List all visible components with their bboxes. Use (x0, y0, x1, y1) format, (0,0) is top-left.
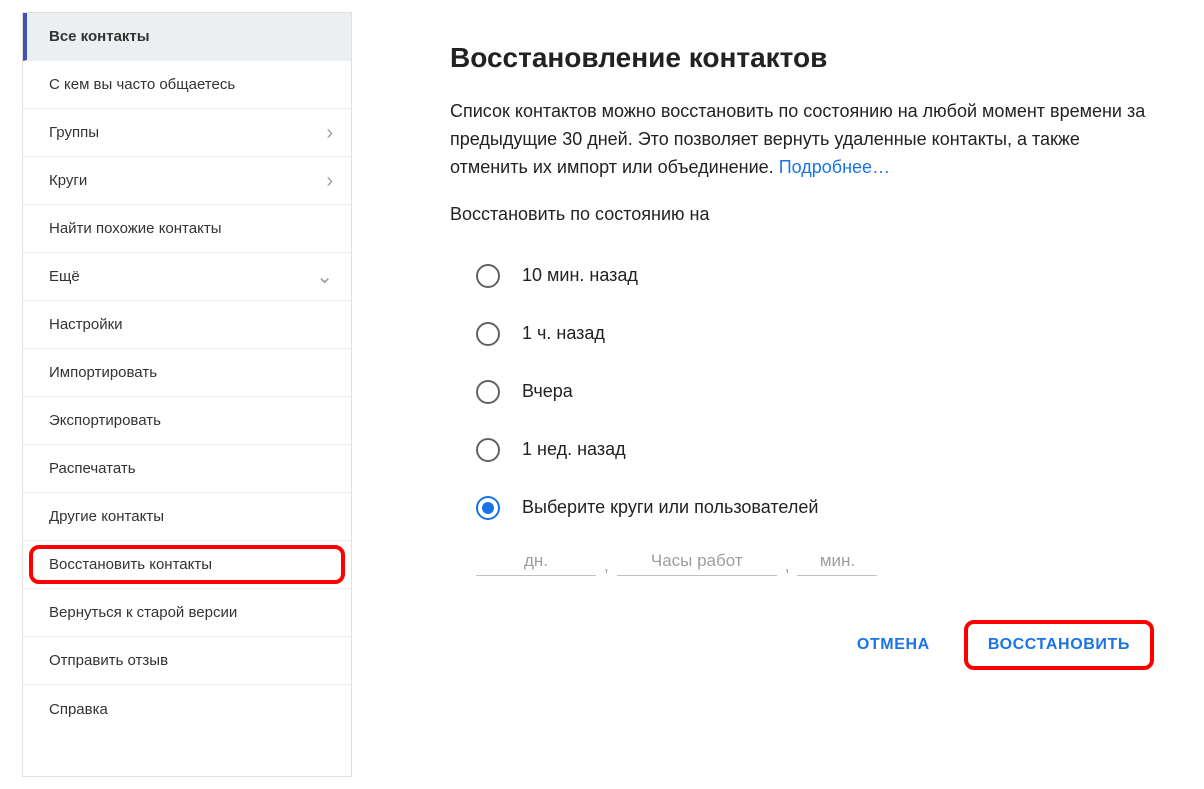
restore-button[interactable]: ВОССТАНОВИТЬ (968, 624, 1150, 666)
sidebar-item-label: Найти похожие контакты (49, 220, 221, 237)
sidebar-item-9[interactable]: Распечатать (23, 445, 351, 493)
sidebar-item-label: Настройки (49, 316, 123, 333)
sidebar-item-3[interactable]: Круги › (23, 157, 351, 205)
radio-label: 1 нед. назад (522, 439, 626, 460)
radio-option-3[interactable]: 1 нед. назад (476, 421, 1158, 479)
radio-icon (476, 496, 500, 520)
days-input[interactable] (476, 549, 596, 576)
radio-option-0[interactable]: 10 мин. назад (476, 247, 1158, 305)
sidebar-item-label: Отправить отзыв (49, 652, 168, 669)
radio-label: 1 ч. назад (522, 323, 605, 344)
sidebar-item-11[interactable]: Восстановить контакты (23, 541, 351, 589)
description: Список контактов можно восстановить по с… (450, 98, 1158, 182)
radio-icon (476, 264, 500, 288)
dialog-actions: ОТМЕНА ВОССТАНОВИТЬ (450, 624, 1158, 666)
chevron-right-icon: › (326, 171, 333, 191)
sidebar-item-13[interactable]: Отправить отзыв (23, 637, 351, 685)
radio-label: Выберите круги или пользователей (522, 497, 818, 518)
sidebar-item-8[interactable]: Экспортировать (23, 397, 351, 445)
sidebar-item-label: Круги (49, 172, 87, 189)
sidebar-item-4[interactable]: Найти похожие контакты (23, 205, 351, 253)
custom-time-inputs: , , (450, 549, 1158, 576)
radio-icon (476, 322, 500, 346)
radio-icon (476, 380, 500, 404)
sidebar-item-5[interactable]: Ещё ⌄ (23, 253, 351, 301)
main-content: Восстановление контактов Список контакто… (352, 0, 1204, 789)
sidebar-item-14[interactable]: Справка (23, 685, 351, 733)
radio-option-4[interactable]: Выберите круги или пользователей (476, 479, 1158, 537)
sidebar-item-label: Справка (49, 701, 108, 718)
mins-input[interactable] (797, 549, 877, 576)
radio-option-2[interactable]: Вчера (476, 363, 1158, 421)
sidebar-item-label: Группы (49, 124, 99, 141)
cancel-button[interactable]: ОТМЕНА (837, 624, 950, 666)
sidebar-item-label: Вернуться к старой версии (49, 604, 237, 621)
sidebar-item-6[interactable]: Настройки (23, 301, 351, 349)
sidebar-item-label: Ещё (49, 268, 80, 285)
sidebar-item-2[interactable]: Группы › (23, 109, 351, 157)
sidebar-item-0[interactable]: Все контакты (23, 13, 351, 61)
sidebar-item-1[interactable]: С кем вы часто общаетесь (23, 61, 351, 109)
separator: , (604, 556, 609, 576)
chevron-right-icon: › (326, 123, 333, 143)
restore-subtitle: Восстановить по состоянию на (450, 204, 1158, 225)
sidebar-item-label: Все контакты (49, 28, 150, 45)
radio-label: 10 мин. назад (522, 265, 638, 286)
sidebar-item-label: С кем вы часто общаетесь (49, 76, 235, 93)
sidebar-item-10[interactable]: Другие контакты (23, 493, 351, 541)
sidebar-item-7[interactable]: Импортировать (23, 349, 351, 397)
sidebar-item-12[interactable]: Вернуться к старой версии (23, 589, 351, 637)
radio-option-1[interactable]: 1 ч. назад (476, 305, 1158, 363)
page-title: Восстановление контактов (450, 42, 1158, 74)
sidebar-item-label: Другие контакты (49, 508, 164, 525)
chevron-down-icon: ⌄ (316, 267, 333, 287)
radio-icon (476, 438, 500, 462)
sidebar-item-label: Восстановить контакты (49, 556, 212, 573)
separator: , (785, 556, 790, 576)
radio-list: 10 мин. назад 1 ч. назад Вчера 1 нед. назад… (450, 247, 1158, 537)
sidebar-item-label: Импортировать (49, 364, 157, 381)
sidebar-item-label: Экспортировать (49, 412, 161, 429)
sidebar: Все контакты С кем вы часто общаетесь Груп… (22, 12, 352, 777)
radio-label: Вчера (522, 381, 573, 402)
learn-more-link[interactable]: Подробнее… (779, 157, 890, 177)
hours-input[interactable] (617, 549, 777, 576)
sidebar-item-label: Распечатать (49, 460, 136, 477)
